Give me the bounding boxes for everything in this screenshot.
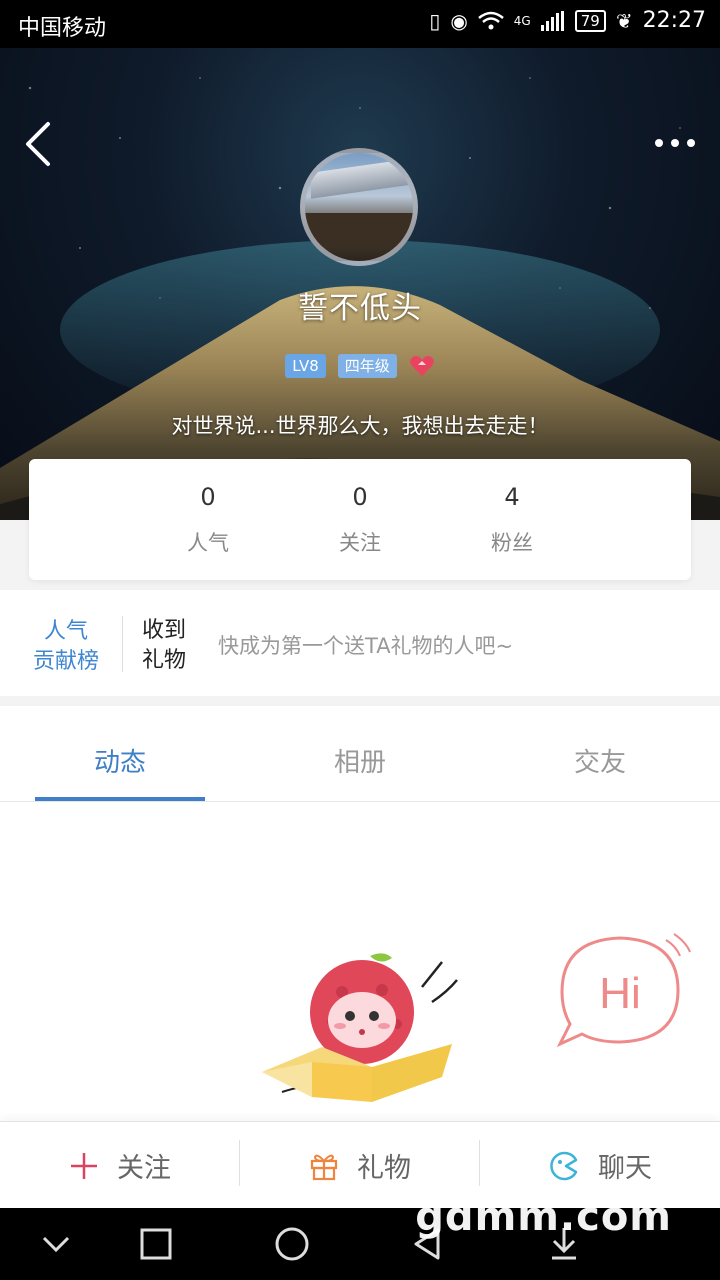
wifi-icon [477,11,504,29]
home-button[interactable] [272,1226,312,1262]
stat-label: 粉丝 [491,531,533,555]
feed-content: Hi [0,802,720,1122]
avatar[interactable] [300,148,418,266]
tab-bar: 动态 相册 交友 [0,716,720,802]
plus-icon [71,1152,97,1179]
username: 誓不低头 [298,291,422,326]
heart-icon [409,356,434,376]
recent-apps-button[interactable] [136,1226,176,1262]
follow-button[interactable]: 关注 [0,1122,240,1209]
chat-label: 聊天 [598,1153,652,1184]
status-icons: ▯ ◉ 4G 79 ❦ 22:27 [429,8,706,33]
carrier-name: 中国移动 [18,16,107,41]
tab-album[interactable]: 相册 [240,742,480,779]
tab-activity[interactable]: 动态 [0,742,240,779]
square-icon [140,1228,172,1260]
chat-icon [550,1151,578,1180]
clock: 22:27 [642,8,706,33]
signature-text: 对世界说...世界那么大，我想出去走走！ [171,414,549,438]
stats-card: 0 人气 0 关注 4 粉丝 [29,459,691,580]
avatar-roof [311,157,413,199]
hi-text: Hi [599,969,641,1018]
avatar-deck [305,213,413,247]
dot-icon [671,139,679,147]
grade-badge: 四年级 [337,354,397,378]
follow-label: 关注 [117,1153,171,1184]
stat-following[interactable]: 0 关注 [300,459,420,557]
watermark: gdmm.com [415,1194,672,1240]
stat-label: 人气 [187,531,229,555]
gift-icon [310,1154,338,1180]
active-tab-indicator [35,797,205,801]
hi-speech-bubble: Hi [556,933,691,1048]
dot-icon [687,139,695,147]
gift-label: 礼物 [357,1153,411,1184]
chevron-left-icon [26,122,50,166]
vibrate-icon: ▯ [429,8,441,33]
stat-label: 关注 [339,531,381,555]
divider [122,616,123,672]
back-button[interactable] [18,118,62,170]
badge-row: LV8 四年级 [0,354,720,378]
stat-popularity[interactable]: 0 人气 [148,459,268,557]
system-navigation-bar: gdmm.com [0,1194,720,1280]
network-type: 4G [513,13,531,28]
gift-section: 人气 贡献榜 收到 礼物 快成为第一个送TA礼物的人吧~ [0,590,720,706]
hide-nav-button[interactable] [36,1226,76,1262]
eye-icon: ◉ [450,8,468,33]
more-options-button[interactable] [650,128,700,158]
leaf-icon: ❦ [615,8,633,33]
signal-icon [540,10,564,31]
tab-friends[interactable]: 交友 [480,742,720,779]
received-gifts-label: 收到 礼物 [142,618,187,673]
stat-fans[interactable]: 4 粉丝 [452,459,572,557]
stat-value: 0 [200,483,216,511]
battery-icon: 79 [574,9,606,32]
lychee-mascot-illustration [262,953,458,1102]
stat-value: 0 [352,483,368,511]
level-badge: LV8 [285,354,326,378]
status-bar: 中国移动 ▯ ◉ 4G 79 ❦ 22:27 [0,0,720,48]
circle-icon [275,1227,309,1261]
chevron-down-icon [42,1236,70,1253]
stat-value: 4 [504,483,520,511]
popularity-ranking-link[interactable]: 人气 贡献榜 [28,617,104,677]
dot-icon [655,139,663,147]
gift-hint-text: 快成为第一个送TA礼物的人吧~ [218,634,514,658]
